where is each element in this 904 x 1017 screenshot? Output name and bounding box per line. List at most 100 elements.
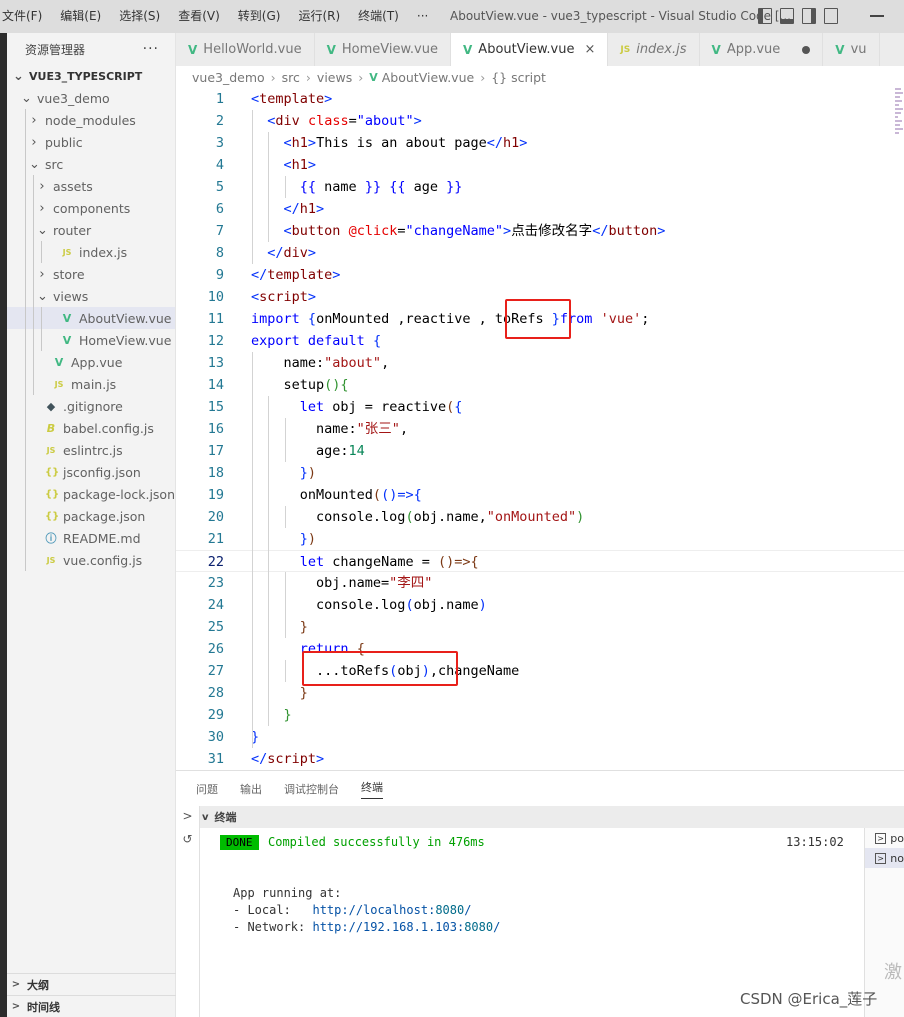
code-line[interactable]: 1 <template> bbox=[176, 88, 904, 110]
code-line[interactable]: 15 let obj = reactive({ bbox=[176, 396, 904, 418]
local-url-link[interactable]: http://localhost:8080/ bbox=[312, 903, 471, 917]
tree-item[interactable]: ⓘ README.md bbox=[7, 527, 175, 549]
code-line[interactable]: 2 <div class="about"> bbox=[176, 110, 904, 132]
unsaved-dot-icon[interactable] bbox=[802, 45, 811, 54]
tree-item[interactable]: JS eslintrc.js bbox=[7, 439, 175, 461]
tab-vu[interactable]: Vvu bbox=[823, 33, 880, 66]
customize-layout-icon[interactable] bbox=[824, 8, 838, 24]
panel-tab[interactable]: 输出 bbox=[240, 781, 262, 797]
menu-item[interactable]: 查看(V) bbox=[169, 0, 229, 33]
code-line[interactable]: 4 <h1> bbox=[176, 154, 904, 176]
tree-item[interactable]: ⌄ VUE3_TYPESCRIPT bbox=[7, 65, 175, 87]
menu-item[interactable]: 运行(R) bbox=[289, 0, 349, 33]
tree-item[interactable]: › store bbox=[7, 263, 175, 285]
code-token: ( bbox=[372, 487, 382, 503]
tree-item[interactable]: ◆ .gitignore bbox=[7, 395, 175, 417]
indent-guide bbox=[25, 263, 26, 285]
menu-item[interactable]: ··· bbox=[408, 0, 437, 33]
outline-section[interactable]: > 大纲 bbox=[7, 973, 176, 995]
breadcrumb-item[interactable]: views bbox=[317, 70, 352, 85]
code-editor[interactable]: 1 <template> 2 <div class="about"> 3 <h1>Th… bbox=[176, 88, 904, 770]
panel-tab[interactable]: 问题 bbox=[196, 781, 218, 797]
code-line[interactable]: 21 }) bbox=[176, 528, 904, 550]
tree-item-label: assets bbox=[53, 178, 93, 194]
terminal-section-header[interactable]: v 终端 bbox=[200, 806, 904, 828]
tree-item[interactable]: {} jsconfig.json bbox=[7, 461, 175, 483]
more-actions-icon[interactable]: ··· bbox=[143, 41, 159, 57]
toggle-primary-sidebar-icon[interactable] bbox=[758, 8, 772, 24]
toggle-panel-icon[interactable] bbox=[780, 8, 794, 24]
tab-homeview-vue[interactable]: V HomeView.vue bbox=[315, 33, 451, 66]
tab-app-vue[interactable]: V App.vue bbox=[700, 33, 824, 66]
tree-item[interactable]: JS index.js bbox=[7, 241, 175, 263]
indent-guide bbox=[252, 352, 253, 748]
compile-time: 13:15:02 bbox=[786, 835, 844, 849]
tree-item[interactable]: Bbabel.config.js bbox=[7, 417, 175, 439]
line-text: export default { bbox=[251, 330, 381, 352]
tree-item[interactable]: › public bbox=[7, 131, 175, 153]
terminal-item-powershell[interactable]: > po bbox=[865, 828, 904, 848]
tree-item-label: router bbox=[53, 222, 92, 238]
tree-item[interactable]: ⌄ src bbox=[7, 153, 175, 175]
tree-item[interactable]: V App.vue bbox=[7, 351, 175, 373]
code-line[interactable]: 18 }) bbox=[176, 462, 904, 484]
tab-label: vu bbox=[850, 42, 867, 57]
menu-item[interactable]: 终端(T) bbox=[349, 0, 408, 33]
tree-item[interactable]: JS main.js bbox=[7, 373, 175, 395]
network-url-link[interactable]: http://192.168.1.103:8080/ bbox=[312, 920, 500, 934]
tab-aboutview-vue[interactable]: V AboutView.vue × bbox=[451, 33, 609, 66]
panel-tab[interactable]: 调试控制台 bbox=[284, 781, 339, 797]
code-line[interactable]: 14 setup(){ bbox=[176, 374, 904, 396]
code-line[interactable]: 9 </template> bbox=[176, 264, 904, 286]
minimize-button[interactable] bbox=[870, 15, 884, 17]
tree-item[interactable]: › components bbox=[7, 197, 175, 219]
breadcrumb-item[interactable]: {} script bbox=[491, 70, 546, 85]
code-line[interactable]: 28 } bbox=[176, 682, 904, 704]
tree-item[interactable]: V AboutView.vue bbox=[7, 307, 175, 329]
code-line[interactable]: 22 let changeName = ()=>{ bbox=[176, 550, 904, 572]
code-line[interactable]: 6 </h1> bbox=[176, 198, 904, 220]
code-line[interactable]: 3 <h1>This is an about page</h1> bbox=[176, 132, 904, 154]
panel-tab[interactable]: 终端 bbox=[361, 779, 383, 799]
tree-item[interactable]: JS vue.config.js bbox=[7, 549, 175, 571]
code-line[interactable]: 26 return { bbox=[176, 638, 904, 660]
tree-item[interactable]: ⌄ vue3_demo bbox=[7, 87, 175, 109]
timeline-section[interactable]: > 时间线 bbox=[7, 995, 176, 1017]
menu-item[interactable]: 转到(G) bbox=[229, 0, 290, 33]
code-line[interactable]: 8 </div> bbox=[176, 242, 904, 264]
menu-item[interactable]: 文件(F) bbox=[0, 0, 51, 33]
menu-item[interactable]: 选择(S) bbox=[110, 0, 169, 33]
close-icon[interactable]: × bbox=[584, 42, 595, 57]
menu-item[interactable]: 编辑(E) bbox=[51, 0, 110, 33]
chevron-right-icon: › bbox=[31, 134, 37, 150]
breadcrumb-item[interactable]: AboutView.vue bbox=[382, 70, 474, 85]
breadcrumb-item[interactable]: vue3_demo bbox=[192, 70, 265, 85]
code-token: script bbox=[267, 751, 317, 767]
terminal-item-node[interactable]: > no bbox=[865, 848, 904, 868]
chevron-right-icon[interactable]: > bbox=[176, 809, 199, 829]
breadcrumb-item[interactable]: src bbox=[282, 70, 300, 85]
code-token: let bbox=[299, 554, 325, 570]
tree-item[interactable]: ⌄ views bbox=[7, 285, 175, 307]
tree-item[interactable]: ⌄ router bbox=[7, 219, 175, 241]
tree-item[interactable]: V HomeView.vue bbox=[7, 329, 175, 351]
code-line[interactable]: 29 } bbox=[176, 704, 904, 726]
code-token: name: bbox=[251, 421, 357, 437]
tree-item[interactable]: {} package-lock.json bbox=[7, 483, 175, 505]
tab-helloworld-vue[interactable]: V HelloWorld.vue bbox=[176, 33, 315, 66]
toggle-secondary-sidebar-icon[interactable] bbox=[802, 8, 816, 24]
window-title: AboutView.vue - vue3_typescript - Visual… bbox=[450, 9, 791, 23]
indent-guide bbox=[25, 527, 26, 549]
tree-item[interactable]: {} package.json bbox=[7, 505, 175, 527]
code-line[interactable]: 13 name:"about", bbox=[176, 352, 904, 374]
history-icon[interactable]: ↺ bbox=[176, 832, 199, 852]
code-line[interactable]: 7 <button @click="changeName">点击修改名字</bu… bbox=[176, 220, 904, 242]
code-line[interactable]: 30} bbox=[176, 726, 904, 748]
tree-item[interactable]: › node_modules bbox=[7, 109, 175, 131]
code-line[interactable]: 31 </script> bbox=[176, 748, 904, 770]
code-line[interactable]: 19 onMounted(()=>{ bbox=[176, 484, 904, 506]
tree-item[interactable]: › assets bbox=[7, 175, 175, 197]
code-token: obj.name, bbox=[413, 509, 487, 525]
tab-index-js[interactable]: JS index.js bbox=[608, 33, 700, 66]
